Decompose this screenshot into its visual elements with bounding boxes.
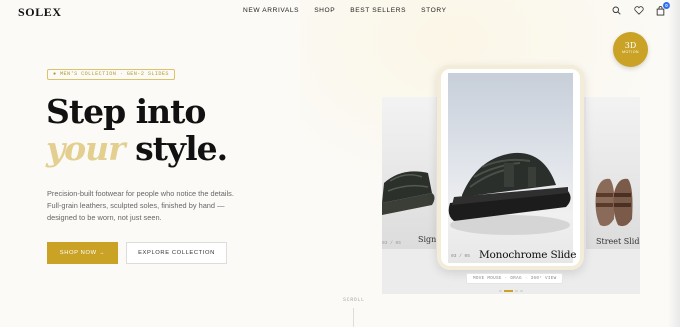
collection-eyebrow: ● MEN'S COLLECTION · GEN-2 SLIDES (47, 69, 175, 80)
side-card-left-name: Signa (418, 235, 436, 244)
headline-rest: style. (124, 129, 228, 168)
hero-description: Precision-built footwear for people who … (47, 189, 234, 222)
shop-now-button[interactable]: SHOP NOW → (47, 242, 118, 264)
side-card-left-index: 03 / 05 (382, 241, 401, 246)
side-card-left[interactable]: Signa 03 / 05 (382, 97, 436, 249)
monochrome-slide-image (448, 152, 571, 235)
nav-link-story[interactable]: STORY (421, 7, 446, 14)
side-card-right-name: Street Slide (596, 237, 640, 246)
carousel-dot[interactable] (515, 290, 518, 292)
search-icon[interactable] (611, 5, 622, 16)
featured-product-card[interactable]: 03 / 05 Monochrome Slide (437, 65, 584, 270)
3d-motion-badge[interactable]: 3D MOTION (613, 32, 648, 67)
3d-badge-label: 3D (624, 41, 637, 50)
scroll-indicator-line (353, 308, 354, 327)
featured-product-index: 03 / 05 (451, 254, 470, 259)
featured-product-photo (448, 73, 573, 263)
carousel-dot[interactable] (520, 290, 523, 292)
interaction-hint: MOVE MOUSE · DRAG · 360° VIEW (466, 273, 564, 284)
brand-logo[interactable]: SOLEX (18, 5, 62, 20)
carousel-dots (499, 290, 523, 292)
heart-icon[interactable] (633, 5, 644, 16)
headline-line-1: Step into (46, 92, 206, 131)
nav-icons: 0 (611, 2, 670, 16)
explore-collection-button[interactable]: EXPLORE COLLECTION (126, 242, 227, 264)
nav-link-new-arrivals[interactable]: NEW ARRIVALS (243, 7, 299, 14)
cart-icon[interactable]: 0 (655, 2, 670, 16)
scroll-indicator-label: SCROLL (343, 297, 365, 303)
top-nav: SOLEX NEW ARRIVALS SHOP BEST SELLERS STO… (0, 0, 680, 24)
hero-headline: Step into your style. (46, 92, 228, 168)
headline-accent: your (46, 129, 126, 168)
3d-badge-sublabel: MOTION (622, 50, 639, 54)
nav-links: NEW ARRIVALS SHOP BEST SELLERS STORY (243, 7, 447, 14)
slide-sandal-right-image (595, 178, 633, 227)
carousel-dot[interactable] (499, 290, 502, 292)
carousel-dot-active[interactable] (504, 290, 513, 292)
nav-link-best-sellers[interactable]: BEST SELLERS (350, 7, 406, 14)
featured-product-name: Monochrome Slide (479, 249, 577, 261)
nav-link-shop[interactable]: SHOP (314, 7, 335, 14)
page-scrollbar[interactable] (668, 0, 680, 327)
side-card-right[interactable]: Street Slide (586, 97, 640, 249)
slide-shoe-left-image (382, 171, 435, 215)
